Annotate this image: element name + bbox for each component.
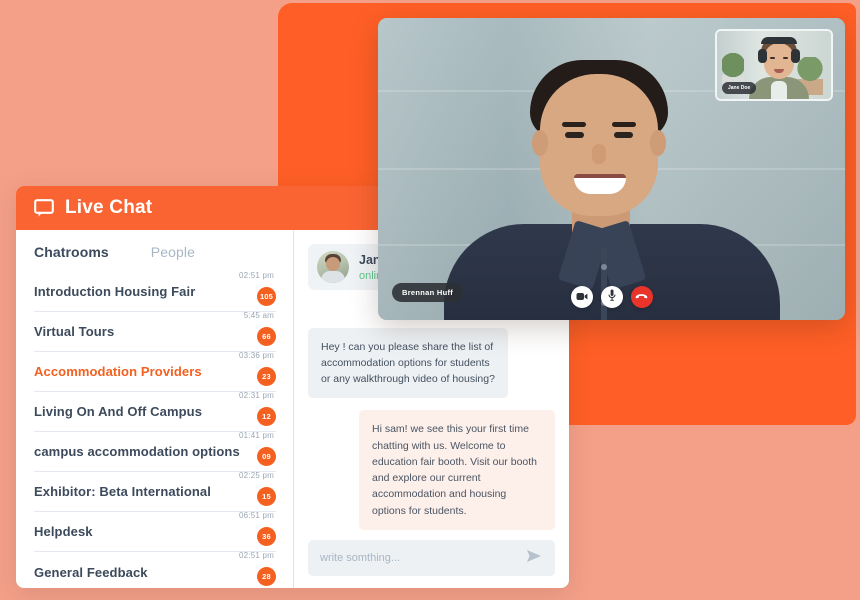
chatroom-name: Helpdesk xyxy=(34,524,93,539)
end-call-button[interactable] xyxy=(630,286,653,308)
tab-chatrooms[interactable]: Chatrooms xyxy=(34,244,109,260)
message-bubble-outgoing: Hi sam! we see this your first time chat… xyxy=(359,410,555,530)
chatroom-item-virtual-tours[interactable]: Virtual Tours 5:45 am 66 xyxy=(34,311,276,352)
pip-participant-video[interactable]: Jane Doe xyxy=(715,29,833,101)
main-participant-nametag: Brennan Huff xyxy=(392,283,464,302)
chatroom-list: Introduction Housing Fair 02:51 pm 105 V… xyxy=(34,272,276,588)
chatroom-timestamp: 02:51 pm xyxy=(239,551,274,560)
unread-badge: 36 xyxy=(257,527,276,546)
chatroom-name: Virtual Tours xyxy=(34,324,115,339)
tab-people[interactable]: People xyxy=(151,244,195,260)
chatroom-name: Exhibitor: Beta International xyxy=(34,484,211,499)
chatroom-name: Accommodation Providers xyxy=(34,364,202,379)
chatroom-timestamp: 5:45 am xyxy=(243,311,274,320)
message-list: Hey ! can you please share the list of a… xyxy=(308,290,555,540)
screenshot-stage: Live Chat Chatrooms People Introduction … xyxy=(0,0,860,600)
chatroom-item-exhibitor-beta-international[interactable]: Exhibitor: Beta International 02:25 pm 1… xyxy=(34,471,276,512)
unread-badge: 12 xyxy=(257,407,276,426)
message-bubble-incoming: Hey ! can you please share the list of a… xyxy=(308,327,508,399)
camera-toggle-button[interactable] xyxy=(570,286,593,308)
video-call-controls xyxy=(570,286,653,308)
video-call-card: Brennan Huff Jane Doe xyxy=(378,18,845,320)
chatroom-name: Introduction Housing Fair xyxy=(34,284,196,299)
unread-badge: 23 xyxy=(257,367,276,386)
chatroom-name: Living On And Off Campus xyxy=(34,404,203,419)
chatroom-timestamp: 02:25 pm xyxy=(239,471,274,480)
unread-badge: 105 xyxy=(257,287,276,306)
chatroom-sidebar: Chatrooms People Introduction Housing Fa… xyxy=(16,230,294,588)
page-title: Live Chat xyxy=(65,197,153,218)
chatroom-item-general-feedback[interactable]: General Feedback 02:51 pm 28 xyxy=(34,551,276,588)
unread-badge: 15 xyxy=(257,487,276,506)
chatroom-timestamp: 01:41 pm xyxy=(239,431,274,440)
chatroom-item-campus-accommodation-options[interactable]: campus accommodation options 01:41 pm 09 xyxy=(34,431,276,472)
phone-hangup-icon xyxy=(635,288,648,306)
microphone-toggle-button[interactable] xyxy=(600,286,623,308)
unread-badge: 66 xyxy=(257,327,276,346)
chatroom-item-accommodation-providers[interactable]: Accommodation Providers 03:36 pm 23 xyxy=(34,351,276,392)
chatroom-name: General Feedback xyxy=(34,564,148,580)
chatroom-item-introduction-housing-fair[interactable]: Introduction Housing Fair 02:51 pm 105 xyxy=(34,272,276,312)
chatroom-item-living-on-and-off-campus[interactable]: Living On And Off Campus 02:31 pm 12 xyxy=(34,391,276,432)
message-input[interactable] xyxy=(320,552,525,564)
avatar xyxy=(317,251,349,283)
message-composer[interactable] xyxy=(308,540,555,576)
chatroom-name: campus accommodation options xyxy=(34,444,240,459)
chatroom-timestamp: 02:31 pm xyxy=(239,391,274,400)
unread-badge: 28 xyxy=(257,567,276,586)
pip-participant-nametag: Jane Doe xyxy=(722,82,757,94)
send-arrow-icon[interactable] xyxy=(525,548,543,569)
chatroom-timestamp: 02:51 pm xyxy=(239,272,274,280)
chatroom-timestamp: 06:51 pm xyxy=(239,511,274,520)
chatroom-timestamp: 03:36 pm xyxy=(239,351,274,360)
chatroom-item-helpdesk[interactable]: Helpdesk 06:51 pm 36 xyxy=(34,511,276,552)
sidebar-tabs: Chatrooms People xyxy=(34,244,276,260)
unread-badge: 09 xyxy=(257,447,276,466)
speech-bubble-icon xyxy=(34,198,54,218)
microphone-icon xyxy=(607,288,616,306)
video-camera-icon xyxy=(576,288,588,306)
